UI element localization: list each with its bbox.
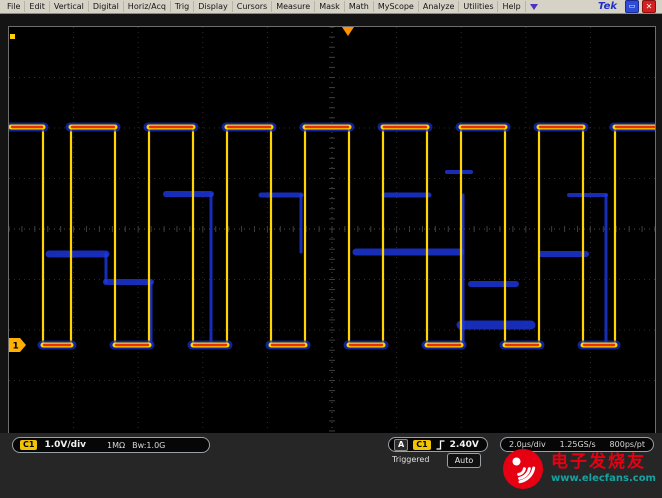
trigger-readout[interactable]: A C1 2.40V xyxy=(388,437,488,452)
watermark-url: www.elecfans.com xyxy=(551,473,656,485)
trigger-source-badge: A xyxy=(394,439,408,451)
elecfans-logo-icon xyxy=(502,448,544,490)
channel1-scale: 1.0V/div xyxy=(44,440,86,450)
svg-text:1: 1 xyxy=(13,342,19,352)
channel1-badge: C1 xyxy=(20,440,37,450)
menu-item-measure[interactable]: Measure xyxy=(272,1,315,12)
trigger-position-icon xyxy=(530,4,538,10)
trigger-level: 2.40V xyxy=(450,440,479,450)
menu-item-display[interactable]: Display xyxy=(194,1,233,12)
menu-item-horizacq[interactable]: Horiz/Acq xyxy=(124,1,171,12)
close-button[interactable]: ✕ xyxy=(642,0,656,13)
menu-items: FileEditVerticalDigitalHoriz/AcqTrigDisp… xyxy=(3,1,526,12)
tekscope-window: FileEditVerticalDigitalHoriz/AcqTrigDisp… xyxy=(0,0,662,498)
channel1-bandwidth: Bw:1.0G xyxy=(132,441,165,450)
trigger-mode-label: Auto xyxy=(455,456,474,465)
menu-item-edit[interactable]: Edit xyxy=(25,1,50,12)
rising-edge-icon xyxy=(436,440,445,450)
tek-logo: Tek xyxy=(598,1,625,12)
menu-item-help[interactable]: Help xyxy=(498,1,525,12)
menu-item-file[interactable]: File xyxy=(3,1,25,12)
menu-item-vertical[interactable]: Vertical xyxy=(50,1,89,12)
trigger-channel-badge: C1 xyxy=(413,440,430,450)
trigger-mode[interactable]: Auto xyxy=(447,453,481,468)
watermark: 电子发烧友 www.elecfans.com xyxy=(502,448,656,490)
trigger-state: Triggered xyxy=(392,455,429,464)
minimize-button[interactable]: ▭ xyxy=(625,0,639,13)
menu-item-mask[interactable]: Mask xyxy=(315,1,345,12)
channel1-impedance: 1MΩ xyxy=(107,441,125,450)
menu-item-utilities[interactable]: Utilities xyxy=(459,1,498,12)
channel1-readout[interactable]: C1 1.0V/div 1MΩ Bw:1.0G xyxy=(12,437,210,453)
scope-graticule[interactable]: 1 xyxy=(9,27,655,433)
watermark-title: 电子发烧友 xyxy=(551,453,656,473)
menu-item-trig[interactable]: Trig xyxy=(171,1,194,12)
menu-item-analyze[interactable]: Analyze xyxy=(419,1,460,12)
menu-item-math[interactable]: Math xyxy=(345,1,374,12)
menu-item-digital[interactable]: Digital xyxy=(89,1,124,12)
menu-item-myscope[interactable]: MyScope xyxy=(374,1,419,12)
menu-bar: FileEditVerticalDigitalHoriz/AcqTrigDisp… xyxy=(0,0,662,14)
waveform-display[interactable]: 1 xyxy=(8,26,656,434)
status-bar: C1 1.0V/div 1MΩ Bw:1.0G A C1 2.40V Trigg… xyxy=(0,433,662,498)
menu-item-cursors[interactable]: Cursors xyxy=(233,1,272,12)
